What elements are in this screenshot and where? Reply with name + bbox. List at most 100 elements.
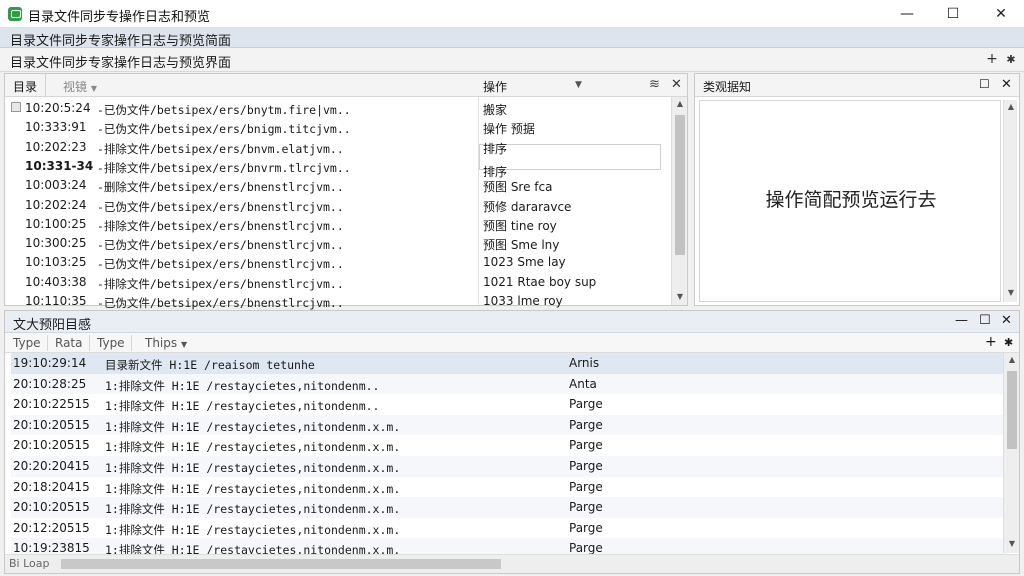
row-time: 20:10:20515 (13, 500, 90, 515)
preview-vertical-scrollbar[interactable]: ▲ ▼ (1003, 100, 1017, 302)
log-time: 10:300:25 (25, 236, 87, 251)
table-row[interactable]: 20:10:22515 1:排除文件 H:1E /restaycietes,nit… (11, 394, 1007, 415)
log-action: 搬家 (483, 103, 508, 117)
table-row[interactable]: 19:10:29:14 目录新文件 H:1E /reaisom tetunhe Ar… (11, 353, 1007, 374)
restore-pane-icon[interactable]: ☐ (979, 77, 990, 91)
row-description: 1:排除文件 H:1E /restaycietes,nitondenm.x.m. (105, 502, 401, 517)
row-description: 1:排除文件 H:1E /restaycietes,nitondenm.x.m. (105, 440, 401, 455)
log-time: 10:100:25 (25, 216, 87, 231)
log-row[interactable]: 10:003:24 -删除文件/betsipex/ers/bnenstlrcjvm… (5, 177, 669, 196)
row-status: Parge (569, 397, 603, 412)
row-status: Parge (569, 479, 603, 494)
log-path: -排除文件/betsipex/ers/bnvrm.tlrcjvm.. (97, 160, 351, 175)
menu-item-main[interactable]: 目录文件同步专家操作日志与预览简面 (10, 30, 231, 49)
log-time: 10:403:38 (25, 274, 87, 289)
horizontal-scroll-thumb[interactable] (61, 559, 501, 569)
table-row[interactable]: 20:20:20415 1:排除文件 H:1E /restaycietes,nit… (11, 456, 1007, 477)
table-row[interactable]: 20:18:20415 1:排除文件 H:1E /restaycietes,nit… (11, 477, 1007, 498)
log-path: -已伪文件/betsipex/ers/bnigm.titcjvm.. (97, 122, 351, 137)
close-preview-icon[interactable]: ✕ (1001, 77, 1012, 92)
log-pane-header: 目录 视镜 ▼ 操作 ▼ ≋ ✕ (5, 74, 687, 97)
action-column-header[interactable]: 操作 (483, 78, 507, 95)
log-row[interactable]: 10:20:5:24 -已伪文件/betsipex/ers/bnytm.fire|… (5, 100, 669, 119)
column-thips[interactable]: Thips ▼ (139, 335, 193, 351)
row-time: 20:10:20515 (13, 438, 90, 453)
add-panel-icon[interactable]: + (984, 51, 1000, 67)
collapse-icon[interactable]: ≋ (649, 77, 660, 92)
filter-icon[interactable]: ▼ (575, 80, 582, 90)
bottom-pin-icon[interactable]: ✱ (1004, 336, 1013, 349)
close-window-button[interactable]: ✕ (978, 0, 1024, 28)
close-pane-icon[interactable]: ✕ (671, 77, 682, 92)
log-path: -排除文件/betsipex/ers/bnenstlrcjvm.. (97, 218, 344, 233)
minimize-pane-icon[interactable]: — (955, 313, 968, 328)
pin-icon[interactable]: ✱ (1003, 53, 1019, 66)
log-time: 10:331-34 (25, 158, 94, 173)
preview-title: 类观据知 (703, 80, 752, 94)
bottom-horizontal-scrollbar[interactable]: Bi Loap (5, 554, 1019, 573)
row-time: 20:20:20415 (13, 459, 90, 473)
log-row[interactable]: 10:300:25 -已伪文件/betsipex/ers/bnenstlrcjvm… (5, 235, 669, 254)
table-row[interactable]: 20:10:20515 1:排除文件 H:1E /restaycietes,nit… (11, 414, 1007, 436)
preview-scroll-down-icon[interactable]: ▼ (1004, 288, 1018, 297)
row-time: 20:10:22515 (13, 397, 90, 412)
log-path: -已伪文件/betsipex/ers/bnenstlrcjvm.. (97, 257, 344, 272)
chevron-down-icon: ▼ (90, 84, 97, 93)
preview-message: 操作简配预览运行去 (765, 189, 937, 211)
row-description: 1:排除文件 H:1E /restaycietes,nitondenm.x.m. (105, 419, 401, 434)
add-row-icon[interactable]: + (985, 334, 997, 350)
bottom-scroll-thumb[interactable] (1007, 371, 1017, 449)
log-time: 10:202:24 (25, 197, 87, 212)
app-logo-icon (8, 7, 22, 21)
scroll-thumb[interactable] (675, 115, 685, 255)
log-action: 1033 lme roy (483, 294, 563, 308)
maximize-button[interactable]: ☐ (930, 0, 976, 28)
close-bottom-pane-icon[interactable]: ✕ (1001, 313, 1012, 328)
row-description: 1:排除文件 H:1E /restaycietes,nitondenm.. (105, 378, 380, 393)
title-bar: 目录文件同步专操作日志和预览 — ☐ ✕ (0, 0, 1024, 28)
log-row[interactable]: 10:331-34 -排除文件/betsipex/ers/bnvrm.tlrcjv… (5, 158, 669, 179)
bottom-scroll-up-icon[interactable]: ▲ (1005, 355, 1019, 364)
bottom-pane-header: 文大预阳目感 — ☐ ✕ (5, 311, 1019, 333)
log-row[interactable]: 10:333:91 -已伪文件/betsipex/ers/bnigm.titcjv… (5, 119, 669, 138)
scroll-up-icon[interactable]: ▲ (673, 99, 687, 108)
row-status: Parge (569, 459, 603, 473)
restore-bottom-pane-icon[interactable]: ☐ (979, 313, 991, 328)
column-rata[interactable]: Rata (49, 335, 90, 351)
log-path: -已伪文件/betsipex/ers/bnytm.fire|vm.. (97, 103, 351, 117)
tab-directory[interactable]: 目录 (5, 74, 47, 97)
scroll-down-icon[interactable]: ▼ (673, 292, 687, 301)
row-time: 20:10:28:25 (13, 376, 87, 391)
row-time: 19:10:29:14 (13, 356, 87, 370)
preview-scroll-up-icon[interactable]: ▲ (1004, 102, 1018, 111)
preview-pane: 类观据知 ☐ ✕ 操作简配预览运行去 ▲ ▼ (694, 73, 1020, 306)
log-time: 10:110:35 (25, 294, 87, 308)
row-status: Arnis (569, 356, 600, 370)
row-description: 1:排除文件 H:1E /restaycietes,nitondenm.x.m. (105, 461, 401, 475)
bottom-scroll-down-icon[interactable]: ▼ (1005, 539, 1019, 548)
table-row[interactable]: 20:10:20515 1:排除文件 H:1E /restaycietes,nit… (11, 497, 1007, 518)
table-row[interactable]: 20:12:20515 1:排除文件 H:1E /restaycietes,nit… (11, 518, 1007, 539)
tab-view[interactable]: 视镜 ▼ (55, 74, 105, 97)
column-type[interactable]: Type (7, 335, 48, 351)
row-time: 20:18:20415 (13, 479, 90, 494)
log-action: 1023 Sme lay (483, 255, 566, 270)
log-action: 预修 dararavce (483, 199, 572, 214)
table-row[interactable]: 20:10:28:25 1:排除文件 H:1E /restaycietes,nit… (11, 373, 1007, 395)
log-row[interactable]: 10:403:38 -排除文件/betsipex/ers/bnenstlrcjvm… (5, 274, 669, 293)
log-vertical-scrollbar[interactable]: ▲ ▼ (671, 97, 687, 305)
log-row[interactable]: 10:202:23 -排除文件/betsipex/ers/bnvm.elatjvm… (5, 139, 669, 158)
log-row[interactable]: 10:202:24 -已伪文件/betsipex/ers/bnenstlrcjvm… (5, 197, 669, 216)
log-row[interactable]: 10:100:25 -排除文件/betsipex/ers/bnenstlrcjvm… (5, 216, 669, 235)
row-description: 1:排除文件 H:1E /restaycietes,nitondenm.x.m. (105, 481, 401, 496)
log-action: 预图 Sre fca (483, 180, 553, 195)
bottom-vertical-scrollbar[interactable]: ▲ ▼ (1003, 353, 1019, 553)
bottom-pane-title: 文大预阳目感 (13, 318, 92, 333)
column-type-2[interactable]: Type (91, 335, 132, 351)
bottom-pane: 文大预阳目感 — ☐ ✕ Type Rata Type Thips ▼ + ✱ … (4, 310, 1020, 574)
minimize-button[interactable]: — (884, 0, 930, 28)
log-pane: 目录 视镜 ▼ 操作 ▼ ≋ ✕ 10:20:5:24 -已伪文件/betsipe… (4, 73, 688, 310)
table-row[interactable]: 20:10:20515 1:排除文件 H:1E /restaycietes,nit… (11, 435, 1007, 456)
log-row[interactable]: 10:103:25 -已伪文件/betsipex/ers/bnenstlrcjvm… (5, 254, 669, 273)
log-path: -删除文件/betsipex/ers/bnenstlrcjvm.. (97, 180, 344, 195)
